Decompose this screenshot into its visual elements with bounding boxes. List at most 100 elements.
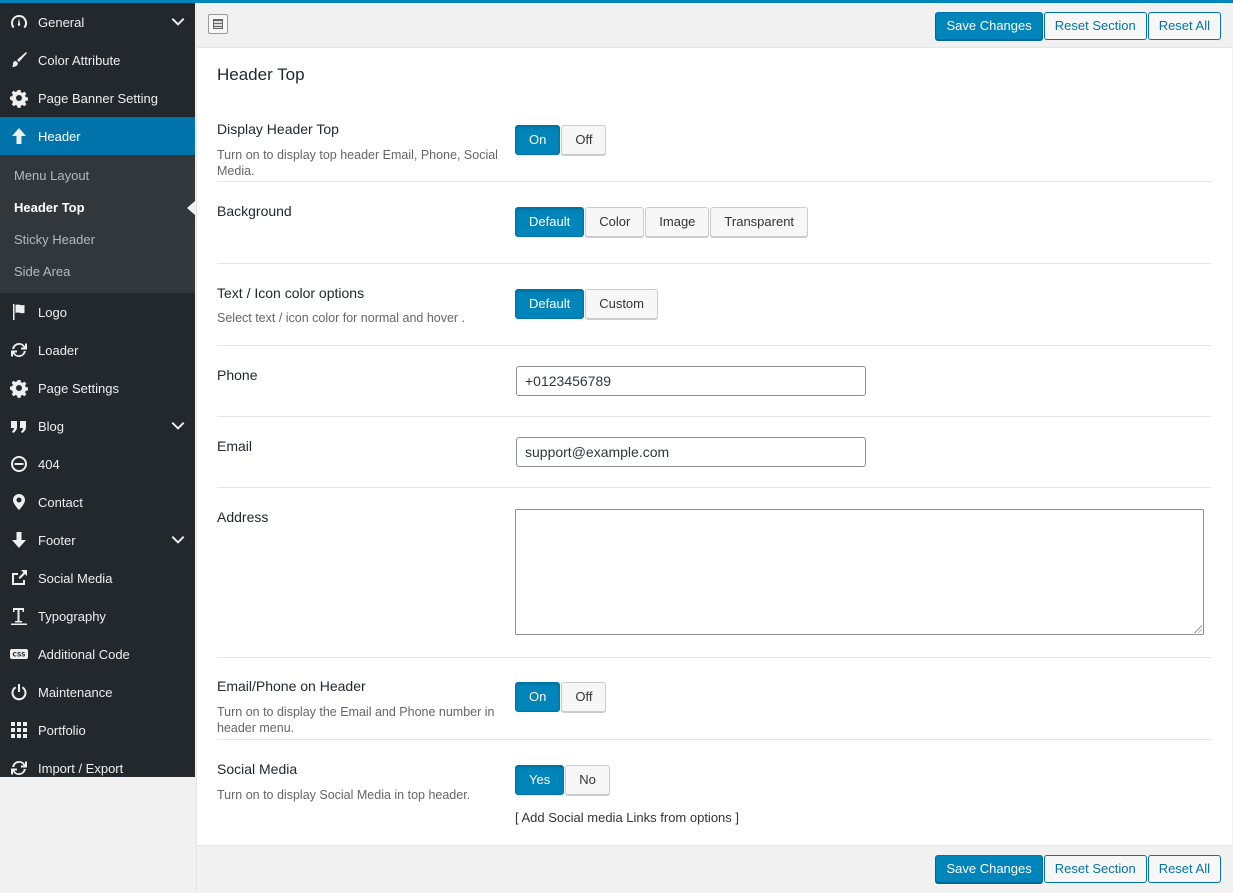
- phone-input[interactable]: +0123456789: [516, 366, 866, 396]
- option-transparent[interactable]: Transparent: [710, 207, 809, 237]
- sidebar-item-portfolio[interactable]: Portfolio: [0, 711, 195, 749]
- bottom-toolbar: Save Changes Reset Section Reset All: [197, 845, 1232, 892]
- header-submenu: Menu Layout Header Top Sticky Header Sid…: [0, 155, 195, 293]
- option-color[interactable]: Color: [585, 207, 645, 237]
- quote-icon: [0, 407, 38, 445]
- option-on[interactable]: On: [515, 125, 561, 155]
- sidebar-item-label: Color Attribute: [38, 52, 121, 68]
- location-pin-icon: [0, 483, 38, 521]
- sidebar-item-label: Blog: [38, 418, 65, 434]
- sidebar-item-header[interactable]: Header: [0, 117, 195, 155]
- save-changes-button[interactable]: Save Changes: [935, 855, 1043, 883]
- sidebar-item-additional-code[interactable]: CSS Additional Code: [0, 635, 195, 673]
- share-icon: [0, 559, 38, 597]
- sidebar-item-color-attribute[interactable]: Color Attribute: [0, 41, 195, 79]
- save-changes-button[interactable]: Save Changes: [935, 12, 1043, 40]
- field-address: Address: [217, 509, 1211, 658]
- options-main-panel: Save Changes Reset Section Reset All Hea…: [196, 3, 1232, 892]
- option-default[interactable]: Default: [515, 289, 585, 319]
- submenu-item-side-area[interactable]: Side Area: [0, 256, 195, 288]
- sidebar-item-import-export[interactable]: Import / Export: [0, 749, 195, 787]
- field-email: Email support@example.com: [217, 437, 1211, 488]
- field-display-header-top: Display Header Top Turn on to display to…: [217, 121, 1211, 182]
- grid-icon: [0, 711, 38, 749]
- sidebar-item-logo[interactable]: Logo: [0, 293, 195, 331]
- option-default[interactable]: Default: [515, 207, 585, 237]
- top-toolbar: Save Changes Reset Section Reset All: [197, 3, 1232, 48]
- option-yes[interactable]: Yes: [515, 765, 565, 795]
- option-off[interactable]: Off: [561, 125, 607, 155]
- reset-all-button[interactable]: Reset All: [1147, 12, 1221, 40]
- sidebar-item-label: Typography: [38, 608, 106, 624]
- sidebar-item-page-settings[interactable]: Page Settings: [0, 369, 195, 407]
- sidebar-item-label: Additional Code: [38, 646, 130, 662]
- submenu-item-menu-layout[interactable]: Menu Layout: [0, 160, 195, 192]
- sidebar-item-blog[interactable]: Blog: [0, 407, 195, 445]
- sidebar-item-general[interactable]: General: [0, 3, 195, 41]
- sidebar-item-label: 404: [38, 456, 60, 472]
- email-input[interactable]: support@example.com: [516, 437, 866, 467]
- gear-icon: [0, 369, 38, 407]
- flag-icon: [0, 293, 38, 331]
- field-label: Display Header Top: [217, 121, 339, 137]
- css-icon: CSS: [0, 635, 38, 673]
- sidebar-item-label: Social Media: [38, 570, 113, 586]
- field-label: Background: [217, 203, 292, 219]
- sidebar-item-label: Loader: [38, 342, 79, 358]
- section-title: Header Top: [217, 65, 305, 84]
- chevron-down-icon[interactable]: [171, 532, 185, 546]
- social-media-toggle: Yes No: [515, 765, 611, 795]
- sidebar-item-maintenance[interactable]: Maintenance: [0, 673, 195, 711]
- gear-icon: [0, 79, 38, 117]
- arrow-down-icon: [0, 521, 38, 559]
- sidebar-item-loader[interactable]: Loader: [0, 331, 195, 369]
- option-on[interactable]: On: [515, 682, 561, 712]
- text-icon: [0, 597, 38, 635]
- resize-handle[interactable]: [1193, 624, 1202, 633]
- field-description: Turn on to display top header Email, Pho…: [217, 148, 498, 178]
- sidebar-item-typography[interactable]: Typography: [0, 597, 195, 635]
- display-header-top-toggle: On Off: [515, 125, 607, 155]
- sidebar-item-label: Page Banner Setting: [38, 90, 158, 106]
- reset-section-button[interactable]: Reset Section: [1043, 855, 1147, 883]
- expand-options-icon[interactable]: [208, 14, 228, 34]
- submenu-item-header-top[interactable]: Header Top: [0, 192, 195, 224]
- top-action-buttons: Save Changes Reset Section Reset All: [934, 12, 1221, 40]
- sidebar-item-label: Import / Export: [38, 760, 124, 776]
- email-phone-toggle: On Off: [515, 682, 607, 712]
- refresh-icon: [0, 331, 38, 369]
- option-image[interactable]: Image: [645, 207, 710, 237]
- sidebar-item-contact[interactable]: Contact: [0, 483, 195, 521]
- sidebar-item-label: Contact: [38, 494, 83, 510]
- address-textarea[interactable]: [515, 509, 1204, 635]
- field-label: Text / Icon color options: [217, 285, 365, 301]
- options-sidebar: General Color Attribute Page Banner Sett…: [0, 3, 195, 777]
- paintbrush-icon: [0, 41, 38, 79]
- chevron-down-icon[interactable]: [171, 14, 185, 28]
- power-icon: [0, 673, 38, 711]
- sidebar-item-footer[interactable]: Footer: [0, 521, 195, 559]
- chevron-down-icon[interactable]: [171, 418, 185, 432]
- field-email-phone-on-header: Email/Phone on Header Turn on to display…: [217, 678, 1211, 740]
- field-text-icon-color: Text / Icon color options Select text / …: [217, 285, 1211, 346]
- option-custom[interactable]: Custom: [585, 289, 658, 319]
- sidebar-item-page-banner-setting[interactable]: Page Banner Setting: [0, 79, 195, 117]
- option-no[interactable]: No: [565, 765, 610, 795]
- sidebar-item-label: Portfolio: [38, 722, 86, 738]
- reset-all-button[interactable]: Reset All: [1147, 855, 1221, 883]
- dashboard-gauge-icon: [0, 3, 38, 41]
- option-off[interactable]: Off: [561, 682, 607, 712]
- field-background: Background Default Color Image Transpare…: [217, 203, 1211, 264]
- submenu-item-sticky-header[interactable]: Sticky Header: [0, 224, 195, 256]
- sidebar-item-label: Maintenance: [38, 684, 113, 700]
- sidebar-item-social-media[interactable]: Social Media: [0, 559, 195, 597]
- sidebar-item-label: Page Settings: [38, 380, 119, 396]
- reset-section-button[interactable]: Reset Section: [1043, 12, 1147, 40]
- text-icon-color-options: Default Custom: [515, 289, 659, 319]
- social-media-note[interactable]: [ Add Social media Links from options ]: [515, 810, 739, 825]
- sidebar-item-404[interactable]: 404: [0, 445, 195, 483]
- svg-text:CSS: CSS: [13, 652, 26, 659]
- field-phone: Phone +0123456789: [217, 366, 1211, 417]
- sidebar-item-label: Footer: [38, 532, 76, 548]
- field-description: Turn on to display the Email and Phone n…: [217, 705, 495, 735]
